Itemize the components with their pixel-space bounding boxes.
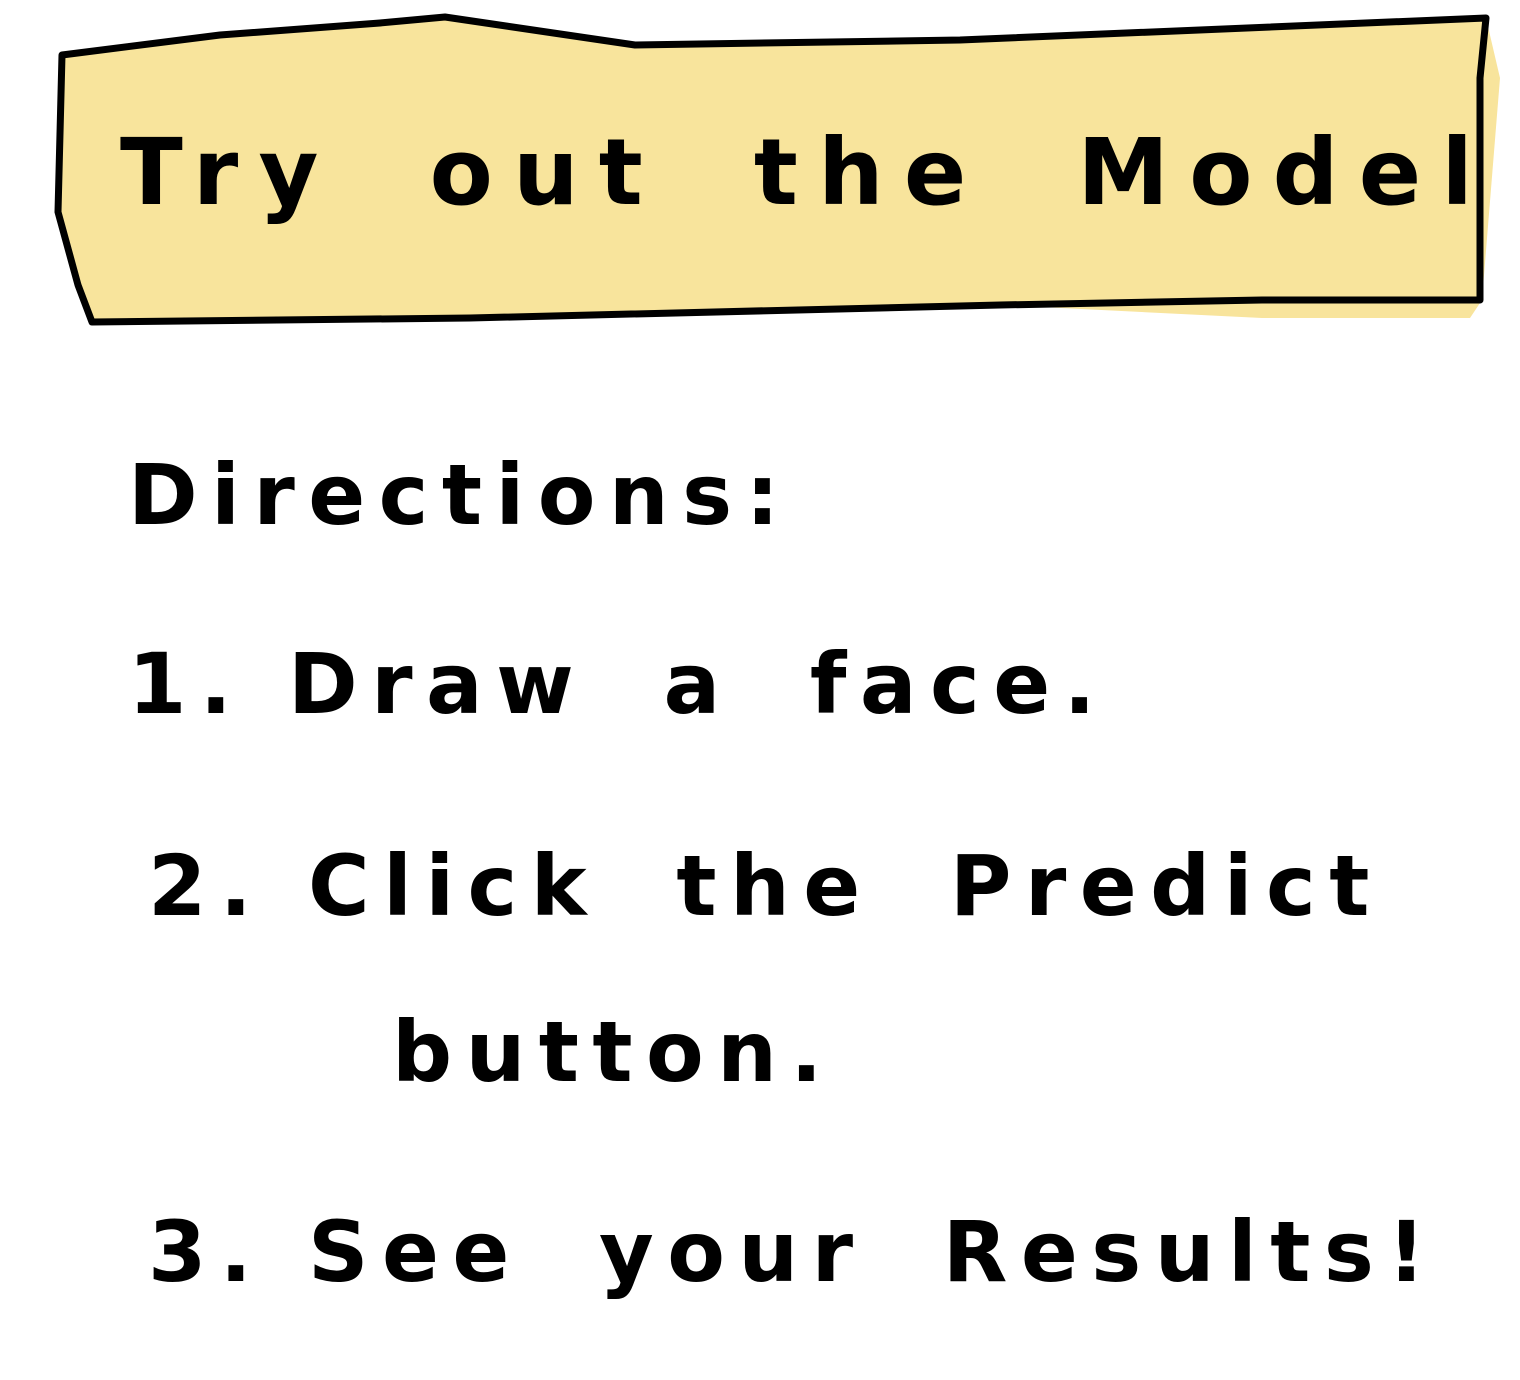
directions-heading: Directions: <box>128 446 793 544</box>
page-title: Try out the Model <box>120 119 1494 226</box>
direction-step: 3. See your Results! <box>148 1200 1439 1304</box>
step-text: Draw a face. <box>288 635 1109 733</box>
step-number: 2. <box>148 837 266 935</box>
step-number: 1. <box>128 635 246 733</box>
step-text: See your Results! <box>308 1203 1440 1301</box>
direction-step: 2. Click the Predict <box>148 834 1383 938</box>
direction-step: 1. Draw a face. <box>128 632 1109 736</box>
direction-step-continuation: button. <box>392 1003 836 1101</box>
step-text: Click the Predict <box>308 837 1383 935</box>
step-number: 3. <box>148 1203 266 1301</box>
